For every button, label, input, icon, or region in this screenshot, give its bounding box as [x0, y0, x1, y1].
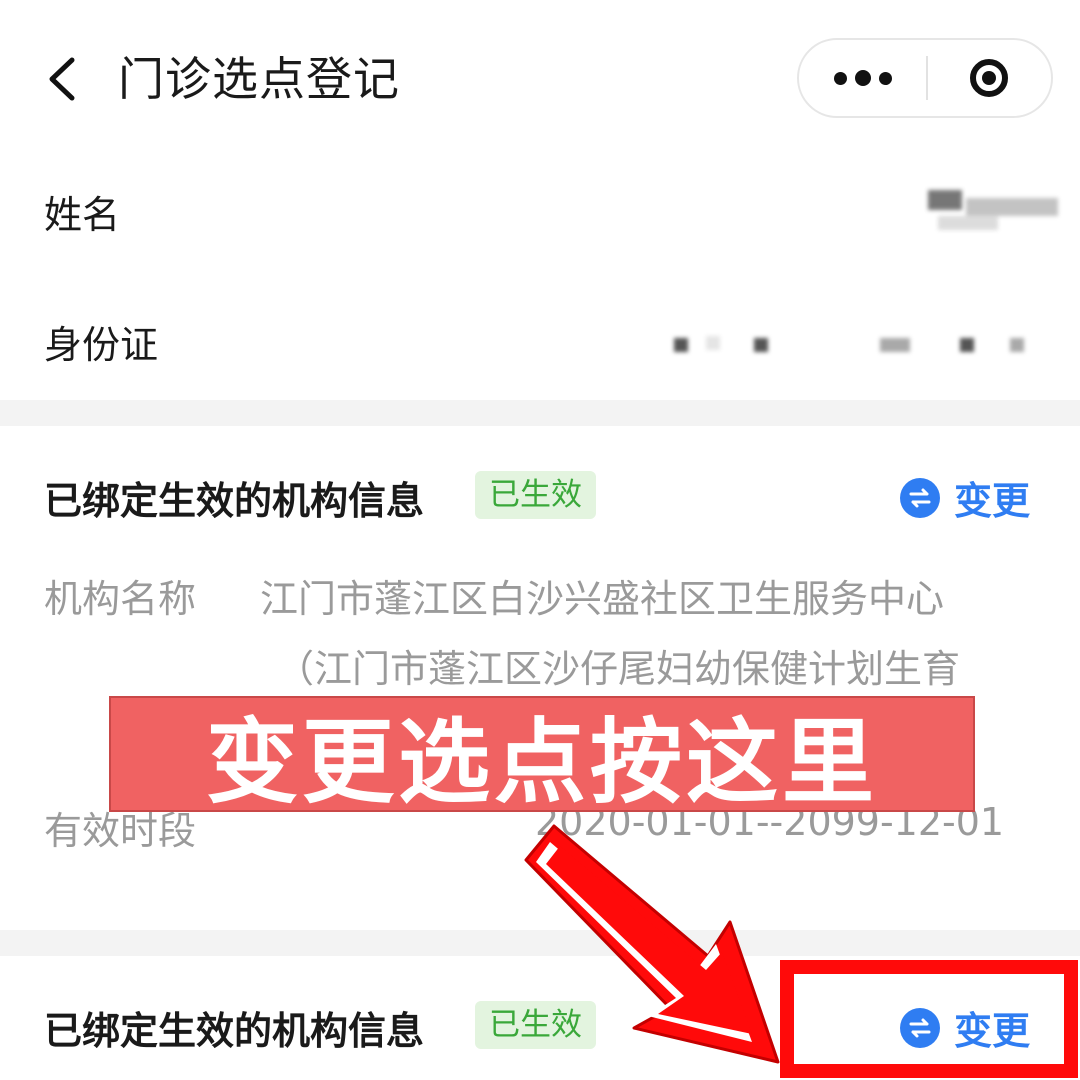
red-arrow-icon: [524, 824, 780, 1064]
id-card-value-blurred: [670, 330, 1060, 360]
more-dots-icon: [830, 70, 896, 86]
name-label: 姓名: [44, 193, 121, 237]
instruction-banner: 变更选点按这里: [109, 696, 975, 816]
change-label: 变更: [954, 479, 1031, 523]
status-badge: 已生效: [475, 471, 596, 519]
banner-text: 变更选点按这里: [205, 708, 878, 816]
mini-program-capsule: [797, 38, 1053, 118]
institution-label: 机构名称: [44, 577, 197, 621]
highlight-box: [780, 960, 1078, 1078]
back-button[interactable]: [38, 52, 88, 106]
section-divider: [0, 400, 1080, 426]
card-title: 已绑定生效的机构信息: [44, 1009, 425, 1053]
chevron-left-icon: [49, 57, 75, 101]
close-button[interactable]: [927, 40, 1051, 116]
target-circle-icon: [970, 59, 1008, 97]
page-title: 门诊选点登记: [118, 52, 400, 106]
change-button[interactable]: 变更: [900, 470, 1030, 525]
name-value-blurred: [928, 190, 1058, 240]
institution-value-line1: 江门市蓬江区白沙兴盛社区卫生服务中心: [260, 577, 945, 621]
swap-icon: [900, 477, 940, 518]
more-button[interactable]: [799, 40, 927, 116]
id-card-label: 身份证: [44, 323, 159, 367]
institution-value-line2: （江门市蓬江区沙仔尾妇幼保健计划生育: [276, 647, 961, 691]
card-title: 已绑定生效的机构信息: [44, 479, 425, 523]
